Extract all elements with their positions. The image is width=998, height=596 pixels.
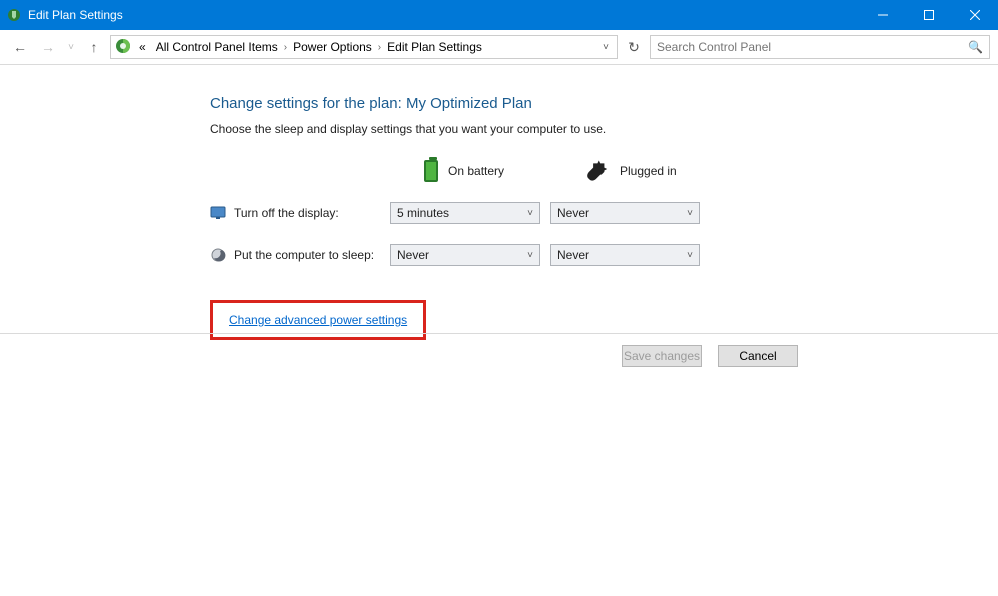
app-icon bbox=[0, 7, 28, 23]
column-label: Plugged in bbox=[620, 164, 677, 178]
column-header-battery: On battery bbox=[390, 160, 550, 182]
footer-bar: Save changes Cancel bbox=[0, 333, 998, 377]
up-button[interactable]: ↑ bbox=[82, 35, 106, 59]
breadcrumb-item[interactable]: Edit Plan Settings bbox=[383, 40, 486, 54]
maximize-button[interactable] bbox=[906, 0, 952, 30]
settings-grid: On battery Plugged in Turn off the displ… bbox=[210, 160, 998, 266]
sleep-plugged-select[interactable]: Never ˅ bbox=[550, 244, 700, 266]
chevron-right-icon: › bbox=[378, 42, 381, 53]
page-subtext: Choose the sleep and display settings th… bbox=[210, 122, 998, 136]
row-sleep-label: Put the computer to sleep: bbox=[210, 247, 390, 263]
address-bar[interactable]: « All Control Panel Items › Power Option… bbox=[110, 35, 618, 59]
column-header-plugged: Plugged in bbox=[550, 161, 710, 182]
chevron-right-icon: › bbox=[284, 42, 287, 53]
window-title: Edit Plan Settings bbox=[28, 8, 860, 22]
search-box[interactable]: 🔍 bbox=[650, 35, 990, 59]
chevron-down-icon: ˅ bbox=[527, 208, 533, 219]
change-advanced-link[interactable]: Change advanced power settings bbox=[229, 313, 407, 327]
breadcrumb-item[interactable]: Power Options bbox=[289, 40, 376, 54]
recent-locations-button[interactable]: ˅ bbox=[64, 35, 78, 59]
forward-button[interactable]: → bbox=[36, 35, 60, 59]
battery-icon bbox=[424, 160, 438, 182]
chevron-down-icon: ˅ bbox=[687, 208, 693, 219]
content-area: Change settings for the plan: My Optimiz… bbox=[0, 65, 998, 340]
refresh-button[interactable]: ↻ bbox=[622, 35, 646, 59]
title-bar: Edit Plan Settings bbox=[0, 0, 998, 30]
sleep-icon bbox=[210, 247, 226, 263]
search-input[interactable] bbox=[657, 40, 968, 54]
row-display-label: Turn off the display: bbox=[210, 205, 390, 221]
toolbar: ← → ˅ ↑ « All Control Panel Items › Powe… bbox=[0, 30, 998, 65]
address-dropdown-icon[interactable]: ˅ bbox=[603, 42, 613, 53]
display-icon bbox=[210, 205, 226, 221]
breadcrumb-prefix: « bbox=[135, 40, 150, 54]
sleep-battery-select[interactable]: Never ˅ bbox=[390, 244, 540, 266]
breadcrumb-item[interactable]: All Control Panel Items bbox=[152, 40, 282, 54]
cancel-button[interactable]: Cancel bbox=[718, 345, 798, 367]
save-button[interactable]: Save changes bbox=[622, 345, 702, 367]
display-battery-select[interactable]: 5 minutes ˅ bbox=[390, 202, 540, 224]
close-button[interactable] bbox=[952, 0, 998, 30]
minimize-button[interactable] bbox=[860, 0, 906, 30]
page-heading: Change settings for the plan: My Optimiz… bbox=[210, 95, 998, 112]
chevron-down-icon: ˅ bbox=[687, 250, 693, 261]
chevron-down-icon: ˅ bbox=[527, 250, 533, 261]
control-panel-icon bbox=[115, 38, 133, 57]
column-label: On battery bbox=[448, 164, 504, 178]
plug-icon bbox=[580, 154, 613, 187]
back-button[interactable]: ← bbox=[8, 35, 32, 59]
display-plugged-select[interactable]: Never ˅ bbox=[550, 202, 700, 224]
search-icon: 🔍 bbox=[968, 40, 983, 54]
